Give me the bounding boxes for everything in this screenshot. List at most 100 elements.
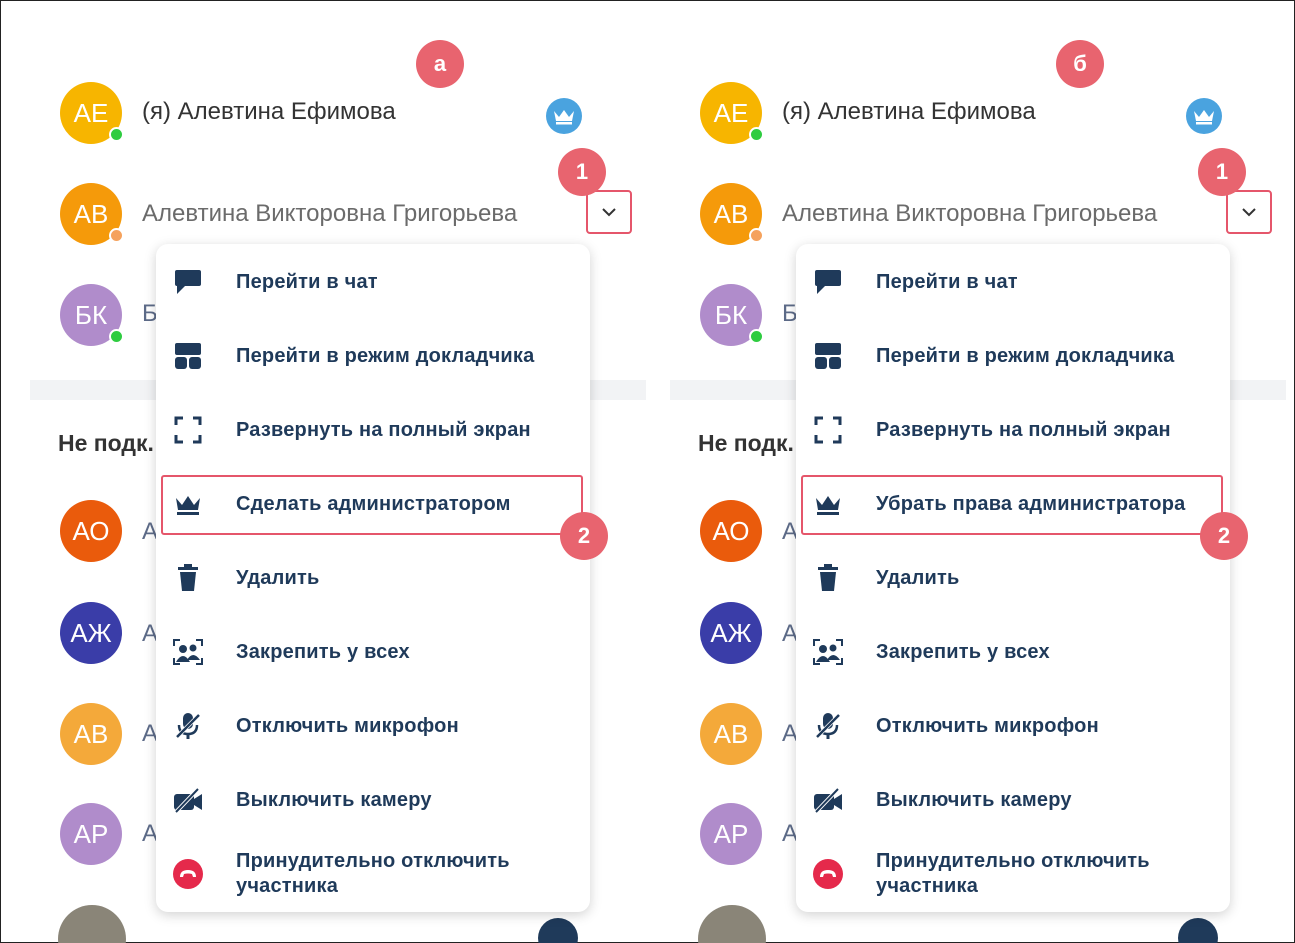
participant-name-self: (я) Алевтина Ефимова <box>142 98 396 125</box>
avatar-initials: АО <box>712 515 750 546</box>
avatar-initials: АВ <box>73 198 109 229</box>
figure-marker-letter: б <box>1056 40 1104 88</box>
avatar-initials: БК <box>714 299 748 330</box>
avatar: БК <box>700 284 764 346</box>
menu-item-delete[interactable]: Удалить <box>156 548 590 608</box>
section-title-not-connected: Не подк. <box>698 430 794 456</box>
avatar-initials: АЕ <box>713 97 749 128</box>
menu-item-label: Перейти в режим докладчика <box>236 344 535 367</box>
participant-actions-button[interactable] <box>586 190 632 234</box>
menu-item-force-disconnect[interactable]: Принудительно отключить участника <box>156 844 590 904</box>
menu-item-speaker-mode[interactable]: Перейти в режим докладчика <box>156 326 590 386</box>
fullscreen-icon <box>170 412 206 448</box>
pin-people-icon <box>810 634 846 670</box>
menu-item-mute-mic[interactable]: Отключить микрофон <box>796 696 1230 756</box>
status-away-indicator <box>109 228 124 243</box>
avatar-initials: АР <box>73 818 109 849</box>
menu-item-label: Удалить <box>236 566 320 589</box>
status-online-indicator <box>749 329 764 344</box>
avatar: АВ <box>700 183 764 245</box>
speaker-layout-icon <box>810 338 846 374</box>
step-marker-1: 1 <box>1198 148 1246 196</box>
menu-item-pin-for-all[interactable]: Закрепить у всех <box>796 622 1230 682</box>
menu-item-force-disconnect[interactable]: Принудительно отключить участника <box>796 844 1230 904</box>
avatar: БК <box>60 284 124 346</box>
menu-item-label: Развернуть на полный экран <box>876 418 1171 441</box>
status-online-indicator <box>109 329 124 344</box>
mic-off-icon <box>170 708 206 744</box>
admin-crown-icon <box>546 98 582 134</box>
avatar: АЖ <box>60 602 122 664</box>
avatar: АР <box>700 803 762 865</box>
chevron-down-icon <box>1242 208 1256 217</box>
menu-item-speaker-mode[interactable]: Перейти в режим докладчика <box>796 326 1230 386</box>
status-away-indicator <box>749 228 764 243</box>
figure-marker-letter: а <box>416 40 464 88</box>
menu-item-label: Выключить камеру <box>236 788 432 811</box>
menu-item-label: Перейти в чат <box>236 270 378 293</box>
avatar-initials: АЖ <box>70 617 112 648</box>
participant-name: Алевтина Викторовна Григорьева <box>142 200 518 227</box>
menu-item-label: Закрепить у всех <box>236 640 410 663</box>
step-marker-1: 1 <box>558 148 606 196</box>
avatar-initials: АВ <box>713 198 749 229</box>
status-icon <box>538 918 578 943</box>
highlight-frame <box>801 475 1223 535</box>
status-online-indicator <box>749 127 764 142</box>
camera-off-icon <box>170 782 206 818</box>
avatar-photo <box>58 905 126 943</box>
menu-item-camera-off[interactable]: Выключить камеру <box>796 770 1230 830</box>
menu-item-fullscreen[interactable]: Развернуть на полный экран <box>156 400 590 460</box>
menu-item-delete[interactable]: Удалить <box>796 548 1230 608</box>
section-title-not-connected: Не подк. <box>58 430 154 456</box>
avatar: АЕ <box>700 82 764 144</box>
avatar: АВ <box>60 183 124 245</box>
avatar-initials: АЕ <box>73 97 109 128</box>
avatar: АЕ <box>60 82 124 144</box>
menu-item-label: Перейти в чат <box>876 270 1018 293</box>
menu-item-label: Развернуть на полный экран <box>236 418 531 441</box>
participants-panel-a: а АЕ (я) Алевтина Ефимова АВ Алевтина Ви… <box>18 0 658 943</box>
trash-icon <box>810 560 846 596</box>
menu-item-label: Принудительно отключить участника <box>876 850 1150 897</box>
participant-context-menu: Перейти в чат Перейти в режим докладчика… <box>156 244 590 912</box>
menu-item-go-to-chat[interactable]: Перейти в чат <box>796 252 1230 312</box>
avatar: АЖ <box>700 602 762 664</box>
participant-actions-button[interactable] <box>1226 190 1272 234</box>
avatar-photo <box>698 905 766 943</box>
menu-item-label: Принудительно отключить участника <box>236 850 510 897</box>
avatar-initials: АВ <box>713 718 749 749</box>
step-marker-2: 2 <box>1200 512 1248 560</box>
menu-item-label: Выключить камеру <box>876 788 1072 811</box>
menu-item-go-to-chat[interactable]: Перейти в чат <box>156 252 590 312</box>
trash-icon <box>170 560 206 596</box>
admin-crown-icon <box>1186 98 1222 134</box>
chat-icon <box>810 264 846 300</box>
menu-item-label: Удалить <box>876 566 960 589</box>
participant-context-menu: Перейти в чат Перейти в режим докладчика… <box>796 244 1230 912</box>
step-marker-2: 2 <box>560 512 608 560</box>
hangup-icon <box>170 856 206 892</box>
menu-item-pin-for-all[interactable]: Закрепить у всех <box>156 622 590 682</box>
status-online-indicator <box>109 127 124 142</box>
avatar: АР <box>60 803 122 865</box>
menu-item-label: Отключить микрофон <box>876 714 1099 737</box>
menu-item-camera-off[interactable]: Выключить камеру <box>156 770 590 830</box>
menu-item-label: Перейти в режим докладчика <box>876 344 1175 367</box>
status-icon <box>1178 918 1218 943</box>
menu-item-mute-mic[interactable]: Отключить микрофон <box>156 696 590 756</box>
chat-icon <box>170 264 206 300</box>
menu-item-fullscreen[interactable]: Развернуть на полный экран <box>796 400 1230 460</box>
fullscreen-icon <box>810 412 846 448</box>
participant-name: Алевтина Викторовна Григорьева <box>782 200 1158 227</box>
chevron-down-icon <box>602 208 616 217</box>
participant-name-self: (я) Алевтина Ефимова <box>782 98 1036 125</box>
hangup-icon <box>810 856 846 892</box>
participants-panel-b: б АЕ (я) Алевтина Ефимова АВ Алевтина Ви… <box>658 0 1295 943</box>
menu-item-label: Отключить микрофон <box>236 714 459 737</box>
avatar: АО <box>700 500 762 562</box>
avatar: АВ <box>700 703 762 765</box>
camera-off-icon <box>810 782 846 818</box>
avatar-initials: АР <box>713 818 749 849</box>
speaker-layout-icon <box>170 338 206 374</box>
